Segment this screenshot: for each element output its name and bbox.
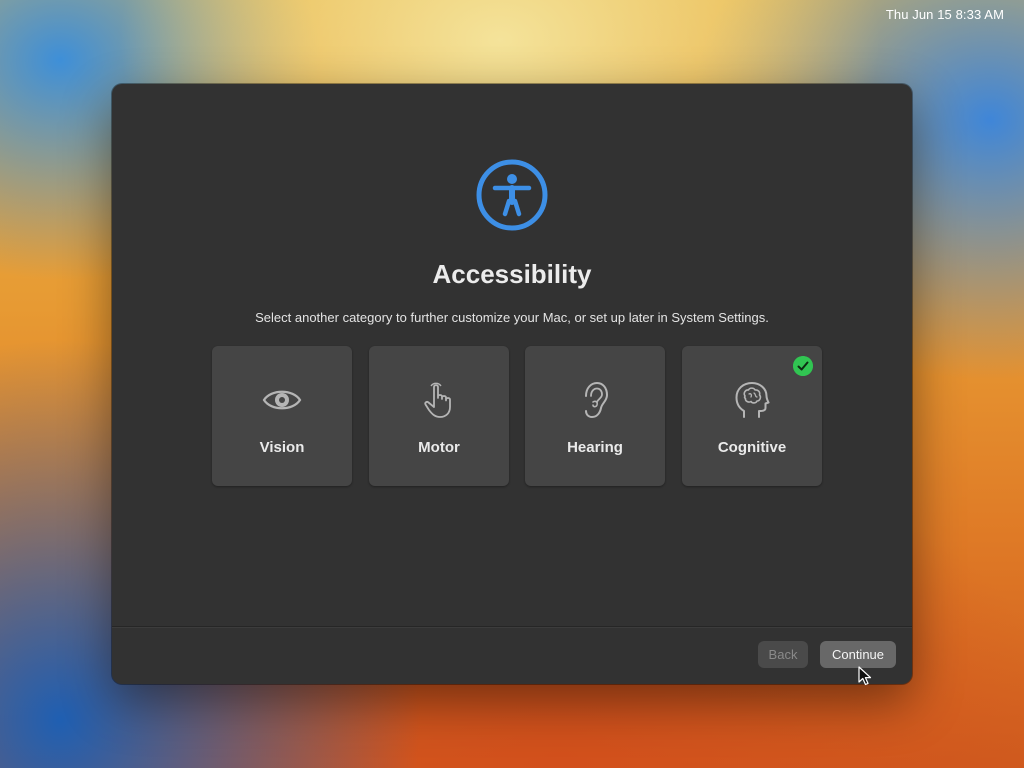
brain-head-icon — [735, 382, 770, 418]
mouse-pointer-icon — [858, 666, 872, 686]
category-label: Cognitive — [717, 439, 787, 456]
continue-button[interactable]: Continue — [820, 641, 896, 668]
menubar-clock[interactable]: Thu Jun 15 8:33 AM — [886, 7, 1004, 22]
page-title: Accessibility — [432, 259, 592, 289]
back-button[interactable]: Back — [758, 641, 808, 668]
category-card-cognitive[interactable]: Cognitive — [682, 346, 822, 486]
accessibility-icon — [476, 159, 548, 231]
selected-check-icon — [793, 356, 813, 376]
setup-window: Accessibility Select another category to… — [112, 84, 912, 684]
pointing-hand-icon — [424, 382, 451, 418]
category-grid: Vision Motor Hearing Cognitive — [212, 346, 822, 486]
eye-icon — [262, 390, 302, 410]
category-label: Hearing — [567, 439, 623, 456]
footer-divider — [112, 626, 912, 628]
category-card-vision[interactable]: Vision — [212, 346, 352, 486]
page-subtitle: Select another category to further custo… — [255, 310, 769, 325]
category-label: Vision — [259, 439, 305, 456]
category-label: Motor — [418, 439, 460, 456]
category-card-hearing[interactable]: Hearing — [525, 346, 665, 486]
category-card-motor[interactable]: Motor — [369, 346, 509, 486]
ear-icon — [585, 381, 609, 419]
